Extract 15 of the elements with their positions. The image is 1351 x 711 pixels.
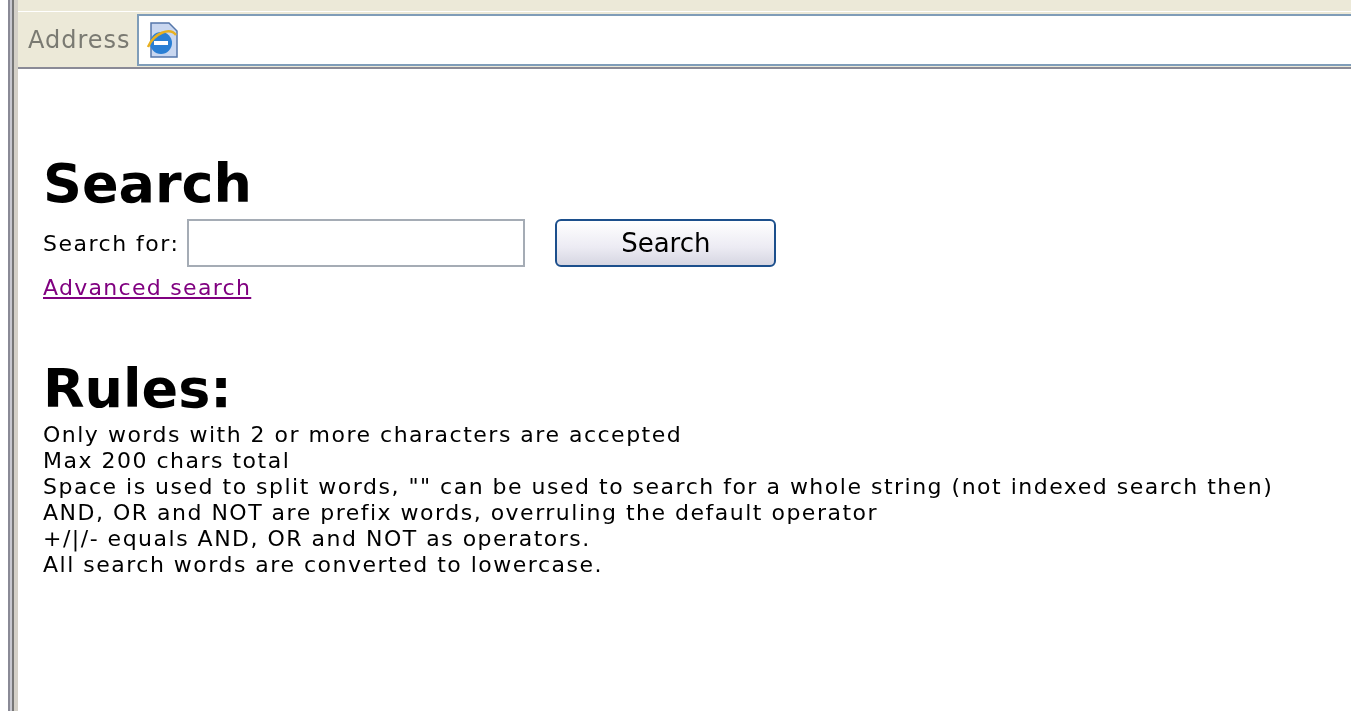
address-field[interactable] <box>136 13 1351 66</box>
page-heading: Search <box>43 157 254 211</box>
rules-heading: Rules: <box>43 362 233 416</box>
rule-text: +/|/- equals AND, OR and NOT as operators. <box>43 526 592 552</box>
rule-text: Space is used to split words, "" can be used to search for a whole string (not indexed search then) <box>43 474 1275 500</box>
rule-text: AND, OR and NOT are prefix words, overruling the default operator <box>43 500 880 526</box>
rule-text: Max 200 chars total <box>43 448 292 474</box>
search-field[interactable] <box>187 219 526 267</box>
rule-text: All search words are converted to lowercase. <box>43 552 604 578</box>
page-icon <box>144 20 179 59</box>
advanced-search-link[interactable]: Advanced search <box>43 271 252 304</box>
search-button[interactable]: Search <box>555 219 777 267</box>
search-label: Search for: <box>43 229 180 258</box>
rule-text: Only words with 2 or more characters are accepted <box>43 422 684 448</box>
address-label: Address <box>28 24 131 56</box>
